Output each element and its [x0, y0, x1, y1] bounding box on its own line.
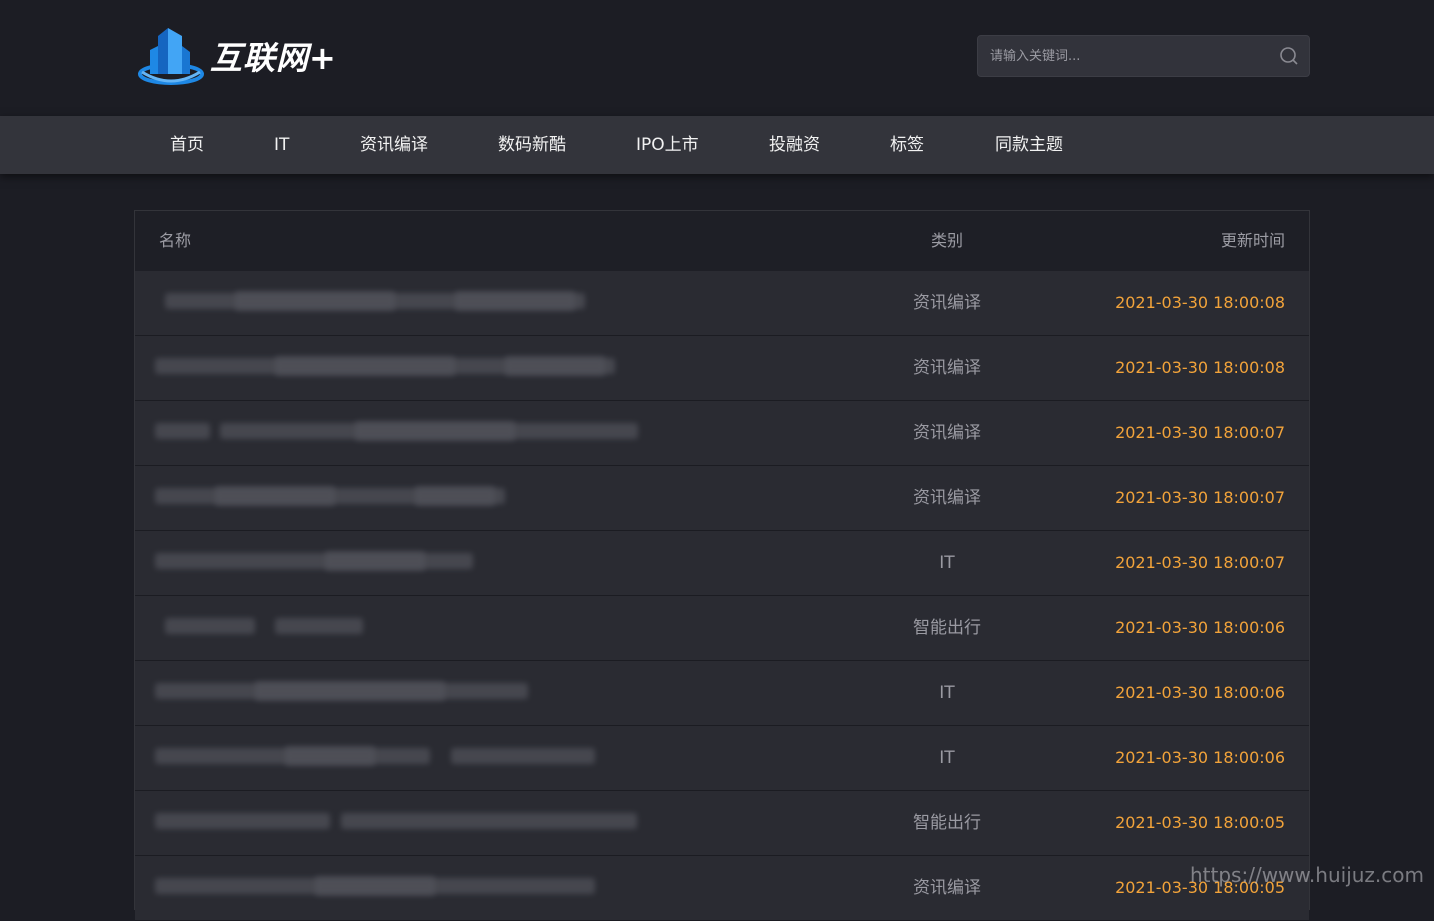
nav-item-themes[interactable]: 同款主题 [995, 116, 1063, 174]
row-category: 资讯编译 [913, 358, 981, 378]
row-category: 智能出行 [913, 813, 981, 833]
row-category: IT [939, 748, 955, 768]
table-row[interactable]: 资讯编译 2021-03-30 18:00:07 [135, 401, 1309, 466]
nav-item-ipo[interactable]: IPO上市 [636, 116, 699, 174]
table-row[interactable]: 资讯编译 2021-03-30 18:00:05 [135, 856, 1309, 921]
search-input[interactable] [978, 36, 1268, 76]
table-header: 名称 类别 更新时间 [135, 211, 1309, 271]
header-name: 名称 [159, 231, 192, 250]
nav-item-tags[interactable]: 标签 [890, 116, 924, 174]
row-category: 智能出行 [913, 618, 981, 638]
row-time: 2021-03-30 18:00:07 [1115, 553, 1285, 572]
site-logo[interactable]: 互联网+ [138, 24, 337, 88]
nav-item-digital[interactable]: 数码新酷 [498, 116, 566, 174]
building-logo-icon [138, 28, 204, 85]
row-time: 2021-03-30 18:00:05 [1115, 813, 1285, 832]
article-table: 名称 类别 更新时间 资讯编译 2021-03-30 18:00:08 资讯编译… [134, 210, 1310, 921]
row-time: 2021-03-30 18:00:06 [1115, 618, 1285, 637]
brand-name: 互联网+ [210, 39, 337, 77]
row-time: 2021-03-30 18:00:08 [1115, 358, 1285, 377]
main-nav: 首页 IT 资讯编译 数码新酷 IPO上市 投融资 标签 同款主题 [0, 116, 1434, 174]
row-category: 资讯编译 [913, 878, 981, 898]
table-row[interactable]: 智能出行 2021-03-30 18:00:06 [135, 596, 1309, 661]
table-row[interactable]: 资讯编译 2021-03-30 18:00:07 [135, 466, 1309, 531]
row-time: 2021-03-30 18:00:06 [1115, 748, 1285, 767]
header-time: 更新时间 [1220, 231, 1285, 250]
row-category: 资讯编译 [913, 423, 981, 443]
nav-item-home[interactable]: 首页 [170, 116, 204, 174]
table-row[interactable]: 资讯编译 2021-03-30 18:00:08 [135, 271, 1309, 336]
nav-item-investment[interactable]: 投融资 [769, 116, 820, 174]
row-category: IT [939, 553, 955, 573]
search-box [977, 35, 1310, 77]
row-time: 2021-03-30 18:00:06 [1115, 683, 1285, 702]
table-row[interactable]: 资讯编译 2021-03-30 18:00:08 [135, 336, 1309, 401]
row-category: IT [939, 683, 955, 703]
search-icon[interactable] [1279, 46, 1299, 66]
site-header: 互联网+ [0, 0, 1434, 116]
row-time: 2021-03-30 18:00:07 [1115, 423, 1285, 442]
table-row[interactable]: 智能出行 2021-03-30 18:00:05 [135, 791, 1309, 856]
row-category: 资讯编译 [913, 488, 981, 508]
table-row[interactable]: IT 2021-03-30 18:00:06 [135, 726, 1309, 791]
table-row[interactable]: IT 2021-03-30 18:00:07 [135, 531, 1309, 596]
nav-item-it[interactable]: IT [274, 116, 289, 174]
row-category: 资讯编译 [913, 293, 981, 313]
table-row[interactable]: IT 2021-03-30 18:00:06 [135, 661, 1309, 726]
row-time: 2021-03-30 18:00:08 [1115, 293, 1285, 312]
header-category: 类别 [931, 231, 964, 250]
nav-item-news[interactable]: 资讯编译 [360, 116, 428, 174]
row-time: 2021-03-30 18:00:07 [1115, 488, 1285, 507]
watermark: https://www.huijuz.com [1190, 863, 1424, 887]
